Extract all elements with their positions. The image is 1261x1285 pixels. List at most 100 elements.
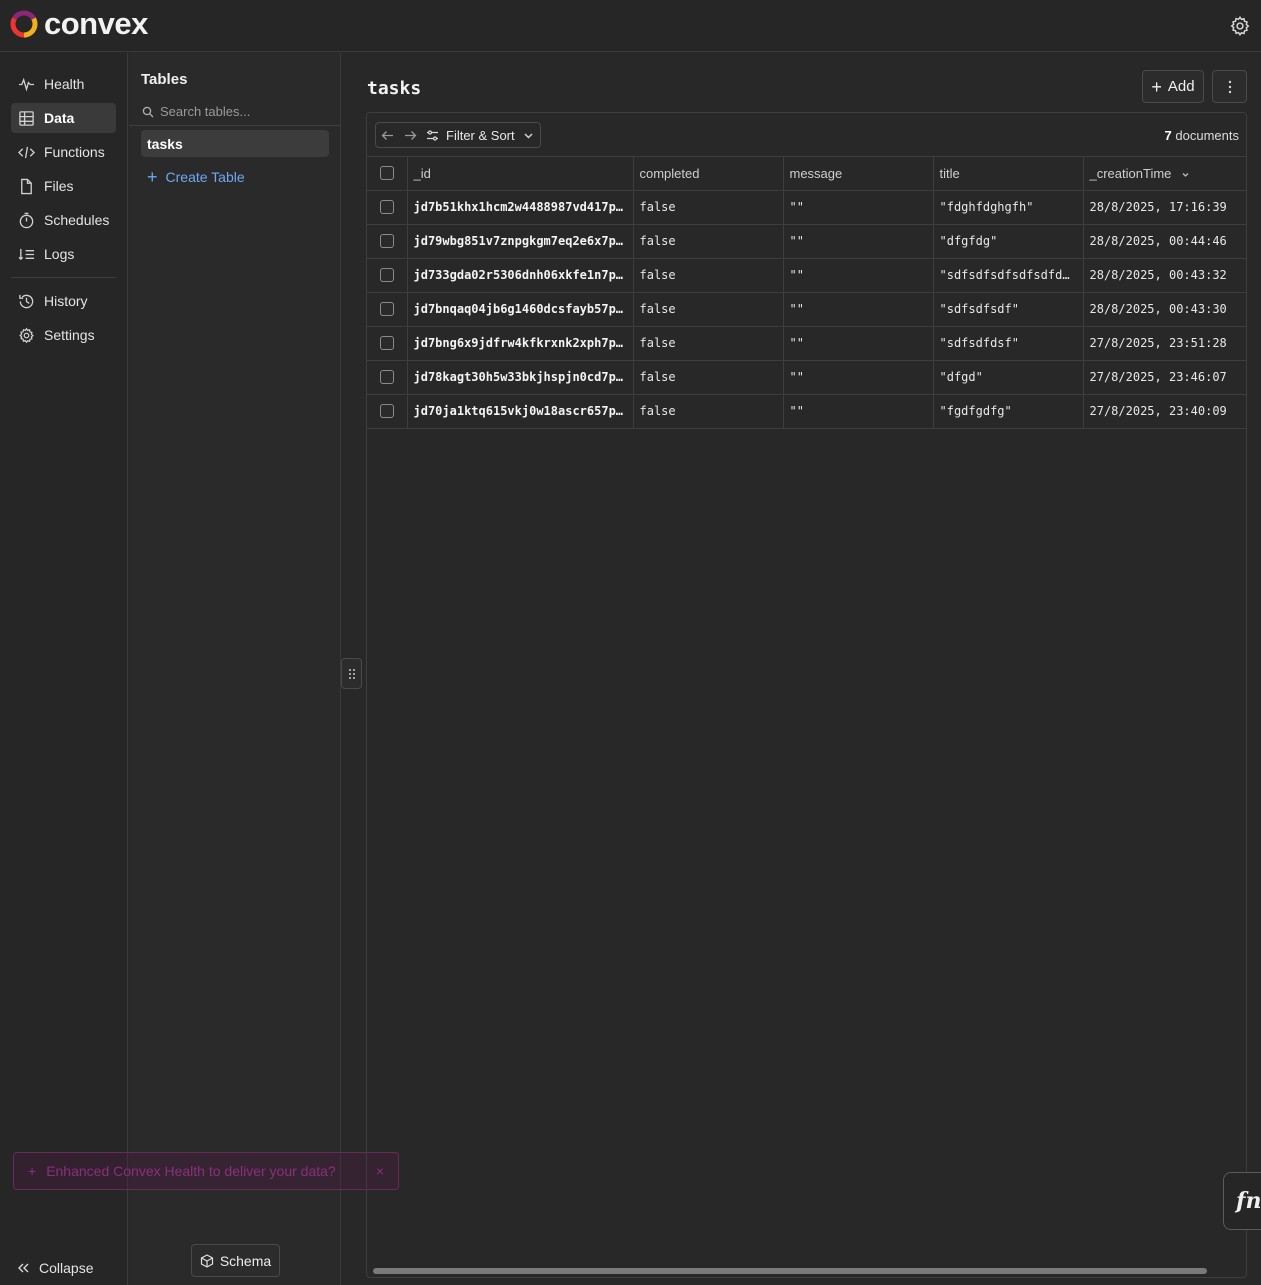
column-header-creation-time[interactable]: _creationTime	[1083, 157, 1246, 191]
row-checkbox[interactable]	[379, 234, 394, 248]
nav-item-data[interactable]: Data	[11, 103, 116, 133]
forward-button[interactable]	[399, 123, 422, 147]
row-select-cell	[367, 360, 408, 395]
cell-id[interactable]: jd70ja1ktq615vkj0w18ascr657p…	[407, 394, 634, 429]
row-checkbox[interactable]	[379, 404, 394, 418]
cell-creation-time[interactable]: 28/8/2025, 00:44:46	[1083, 224, 1246, 259]
arrow-left-icon	[381, 130, 393, 140]
collapse-button[interactable]: Collapse	[16, 1260, 93, 1276]
cell-title[interactable]: "sdfsdfdsf"	[933, 326, 1084, 361]
search-icon	[142, 106, 154, 117]
cell-message[interactable]: ""	[783, 292, 934, 327]
cell-completed[interactable]: false	[633, 360, 784, 395]
nav-item-functions[interactable]: Functions	[11, 137, 116, 167]
back-button[interactable]	[376, 123, 399, 147]
column-header-title[interactable]: title	[933, 157, 1084, 191]
document-count-value: 7	[1164, 128, 1172, 143]
table-row[interactable]: jd7bng6x9jdfrw4kfkrxnk2xph7p… false "" "…	[367, 326, 1246, 361]
cell-message[interactable]: ""	[783, 394, 934, 429]
panel-resize-handle[interactable]	[341, 658, 362, 689]
nav-item-logs[interactable]: Logs	[11, 239, 116, 269]
cell-id[interactable]: jd7bng6x9jdfrw4kfkrxnk2xph7p…	[407, 326, 634, 361]
cell-creation-time[interactable]: 28/8/2025, 00:43:30	[1083, 292, 1246, 327]
table-row[interactable]: jd78kagt30h5w33bkjhspjn0cd7p… false "" "…	[367, 360, 1246, 395]
logs-icon	[18, 248, 35, 260]
row-checkbox[interactable]	[379, 336, 394, 350]
more-options-button[interactable]	[1212, 70, 1247, 103]
grid-toolbar: Filter & Sort 7 documents	[367, 113, 1246, 157]
nav-item-settings[interactable]: Settings	[11, 320, 116, 350]
row-checkbox[interactable]	[379, 370, 394, 384]
document-count: 7 documents	[1165, 128, 1239, 143]
cell-creation-time[interactable]: 27/8/2025, 23:51:28	[1083, 326, 1246, 361]
column-header-completed[interactable]: completed	[633, 157, 784, 191]
horizontal-scrollbar[interactable]	[373, 1268, 1207, 1274]
function-runner-button[interactable]: fn	[1223, 1172, 1261, 1230]
select-all-checkbox[interactable]	[379, 166, 394, 181]
table-row[interactable]: jd79wbg851v7znpgkgm7eq2e6x7p… false "" "…	[367, 224, 1246, 259]
cell-title[interactable]: "sdfsdfsdf"	[933, 292, 1084, 327]
nav-item-schedules[interactable]: Schedules	[11, 205, 116, 235]
cell-creation-time[interactable]: 27/8/2025, 23:40:09	[1083, 394, 1246, 429]
table-item-tasks[interactable]: tasks	[141, 130, 329, 157]
filter-sort-button[interactable]: Filter & Sort	[422, 128, 535, 143]
cell-message[interactable]: ""	[783, 190, 934, 225]
column-header-message[interactable]: message	[783, 157, 934, 191]
cell-completed[interactable]: false	[633, 292, 784, 327]
toast-text: Enhanced Convex Health to deliver your d…	[46, 1163, 336, 1179]
table-row[interactable]: jd7bnqaq04jb6g1460dcsfayb57p… false "" "…	[367, 292, 1246, 327]
nav-label: Files	[44, 178, 74, 194]
nav-item-history[interactable]: History	[11, 286, 116, 316]
row-checkbox[interactable]	[379, 268, 394, 282]
cell-creation-time[interactable]: 28/8/2025, 00:43:32	[1083, 258, 1246, 293]
cell-id[interactable]: jd7bnqaq04jb6g1460dcsfayb57p…	[407, 292, 634, 327]
cell-completed[interactable]: false	[633, 224, 784, 259]
cell-message[interactable]: ""	[783, 326, 934, 361]
row-select-cell	[367, 224, 408, 259]
cell-creation-time[interactable]: 27/8/2025, 23:46:07	[1083, 360, 1246, 395]
row-checkbox[interactable]	[379, 200, 394, 214]
nav-label: Schedules	[44, 212, 110, 228]
create-table-button[interactable]: + Create Table	[147, 168, 245, 186]
cell-id[interactable]: jd733gda02r5306dnh06xkfe1n7p…	[407, 258, 634, 293]
cell-completed[interactable]: false	[633, 326, 784, 361]
cell-id[interactable]: jd79wbg851v7znpgkgm7eq2e6x7p…	[407, 224, 634, 259]
tables-panel: Tables tasks + Create Table Schema	[129, 53, 341, 1285]
create-table-label: Create Table	[165, 169, 245, 185]
cell-completed[interactable]: false	[633, 258, 784, 293]
convex-logo[interactable]: convex	[9, 8, 148, 39]
notification-toast[interactable]: + Enhanced Convex Health to deliver your…	[13, 1152, 399, 1190]
cell-message[interactable]: ""	[783, 224, 934, 259]
column-header-id[interactable]: _id	[407, 157, 634, 191]
drag-handle-icon	[348, 668, 355, 679]
cell-id[interactable]: jd7b51khx1hcm2w4488987vd417p…	[407, 190, 634, 225]
cell-title[interactable]: "sdfsdfsdfsdfsdfds"	[933, 258, 1084, 293]
cell-title[interactable]: "fdghfdghgfh"	[933, 190, 1084, 225]
nav-divider	[11, 277, 116, 278]
add-document-button[interactable]: + Add	[1142, 70, 1204, 103]
sort-chevron-down-icon[interactable]	[1181, 170, 1190, 179]
cell-message[interactable]: ""	[783, 360, 934, 395]
table-row[interactable]: jd7b51khx1hcm2w4488987vd417p… false "" "…	[367, 190, 1246, 225]
history-icon	[19, 294, 34, 308]
table-row[interactable]: jd733gda02r5306dnh06xkfe1n7p… false "" "…	[367, 258, 1246, 293]
plus-icon: +	[1151, 76, 1162, 97]
cell-title[interactable]: "dfgd"	[933, 360, 1084, 395]
cell-completed[interactable]: false	[633, 190, 784, 225]
cell-title[interactable]: "dfgfdg"	[933, 224, 1084, 259]
pulse-icon	[18, 77, 35, 92]
cell-title[interactable]: "fgdfgdfg"	[933, 394, 1084, 429]
cell-message[interactable]: ""	[783, 258, 934, 293]
table-row[interactable]: jd70ja1ktq615vkj0w18ascr657p… false "" "…	[367, 394, 1246, 429]
cell-completed[interactable]: false	[633, 394, 784, 429]
settings-gear-icon[interactable]	[1229, 15, 1251, 37]
cell-creation-time[interactable]: 28/8/2025, 17:16:39	[1083, 190, 1246, 225]
nav-item-health[interactable]: Health	[11, 69, 116, 99]
cell-id[interactable]: jd78kagt30h5w33bkjhspjn0cd7p…	[407, 360, 634, 395]
schema-button[interactable]: Schema	[191, 1244, 280, 1277]
search-tables-input[interactable]	[160, 104, 330, 119]
row-select-cell	[367, 190, 408, 225]
row-checkbox[interactable]	[379, 302, 394, 316]
nav-label: History	[44, 293, 88, 309]
nav-item-files[interactable]: Files	[11, 171, 116, 201]
